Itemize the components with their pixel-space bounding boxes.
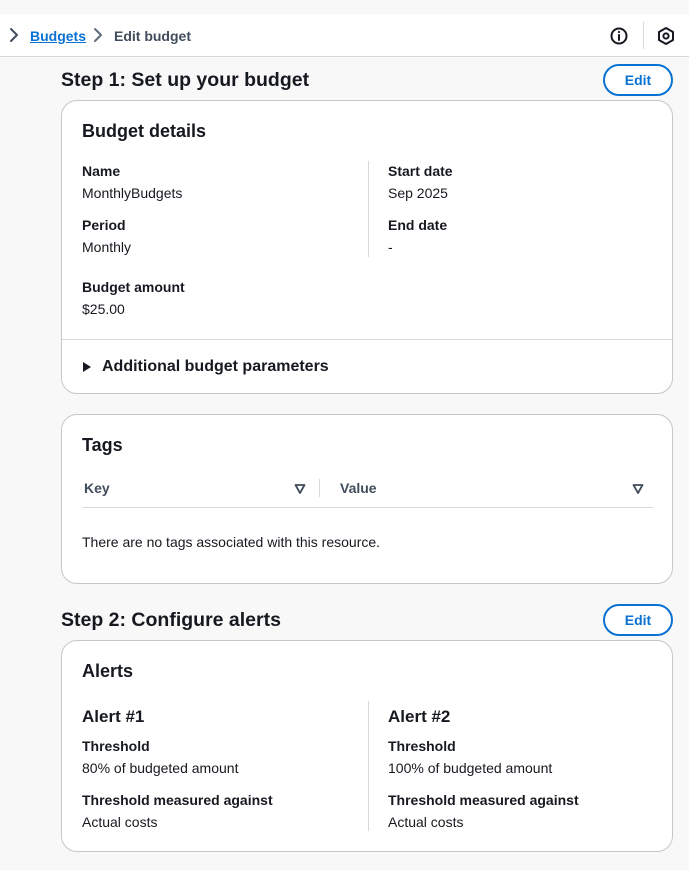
step2-edit-button[interactable]: Edit: [603, 604, 673, 636]
start-date-value: Sep 2025: [388, 185, 448, 201]
alert-1-threshold-value: 80% of budgeted amount: [82, 760, 239, 776]
alerts-title: Alerts: [82, 661, 134, 681]
column-divider: [368, 161, 369, 257]
sort-down-icon[interactable]: [632, 483, 644, 495]
hexagon-icon[interactable]: [656, 26, 676, 46]
tags-empty-text: There are no tags associated with this r…: [82, 534, 381, 550]
name-label: Name: [82, 163, 121, 179]
alert-1-measured-value: Actual costs: [82, 814, 158, 830]
step1-edit-button[interactable]: Edit: [603, 64, 673, 96]
alert-1-measured-label: Threshold measured against: [82, 792, 273, 808]
header-divider: [643, 22, 644, 49]
period-label: Period: [82, 217, 126, 233]
tags-title: Tags: [82, 435, 123, 455]
sort-down-icon[interactable]: [294, 483, 306, 495]
additional-params-section: Additional budget parameters: [62, 339, 672, 395]
step2-title: Step 2: Configure alerts: [61, 609, 281, 631]
name-value: MonthlyBudgets: [82, 185, 183, 201]
breadcrumb-bar: Budgets Edit budget: [0, 14, 689, 57]
caret-right-icon: [83, 362, 91, 372]
chevron-right-icon: [94, 28, 102, 42]
breadcrumb-budgets-link[interactable]: Budgets: [30, 28, 86, 44]
alert-1-heading: Alert #1: [82, 707, 145, 726]
budget-amount-label: Budget amount: [82, 279, 185, 295]
start-date-label: Start date: [388, 163, 453, 179]
end-date-label: End date: [388, 217, 448, 233]
end-date-value: -: [388, 239, 393, 255]
budget-details-card: Budget details Name MonthlyBudgets Perio…: [61, 100, 673, 394]
chevron-right-icon[interactable]: [8, 26, 20, 44]
tags-card: Tags Key Value There are no tags associa…: [61, 414, 673, 584]
alert-2-heading: Alert #2: [388, 707, 451, 726]
budget-amount-value: $25.00: [82, 301, 125, 317]
tags-value-column-header[interactable]: Value: [340, 480, 377, 496]
additional-params-expander[interactable]: Additional budget parameters: [82, 358, 329, 376]
step1-title: Step 1: Set up your budget: [61, 69, 310, 91]
breadcrumb-current: Edit budget: [114, 28, 191, 44]
table-header-border: [82, 507, 653, 508]
period-value: Monthly: [82, 239, 132, 255]
alert-2-measured-value: Actual costs: [388, 814, 464, 830]
alert-2-threshold-label: Threshold: [388, 738, 456, 754]
alert-1-threshold-label: Threshold: [82, 738, 150, 754]
alert-2-threshold-value: 100% of budgeted amount: [388, 760, 553, 776]
alert-2-measured-label: Threshold measured against: [388, 792, 579, 808]
tags-key-column-header[interactable]: Key: [84, 480, 110, 496]
alerts-card: Alerts Alert #1 Threshold 80% of budgete…: [61, 640, 673, 852]
column-divider: [368, 701, 369, 831]
additional-params-label: Additional budget parameters: [102, 358, 329, 375]
column-header-divider: [319, 479, 320, 497]
budget-details-title: Budget details: [82, 121, 207, 141]
info-icon[interactable]: [609, 26, 629, 46]
